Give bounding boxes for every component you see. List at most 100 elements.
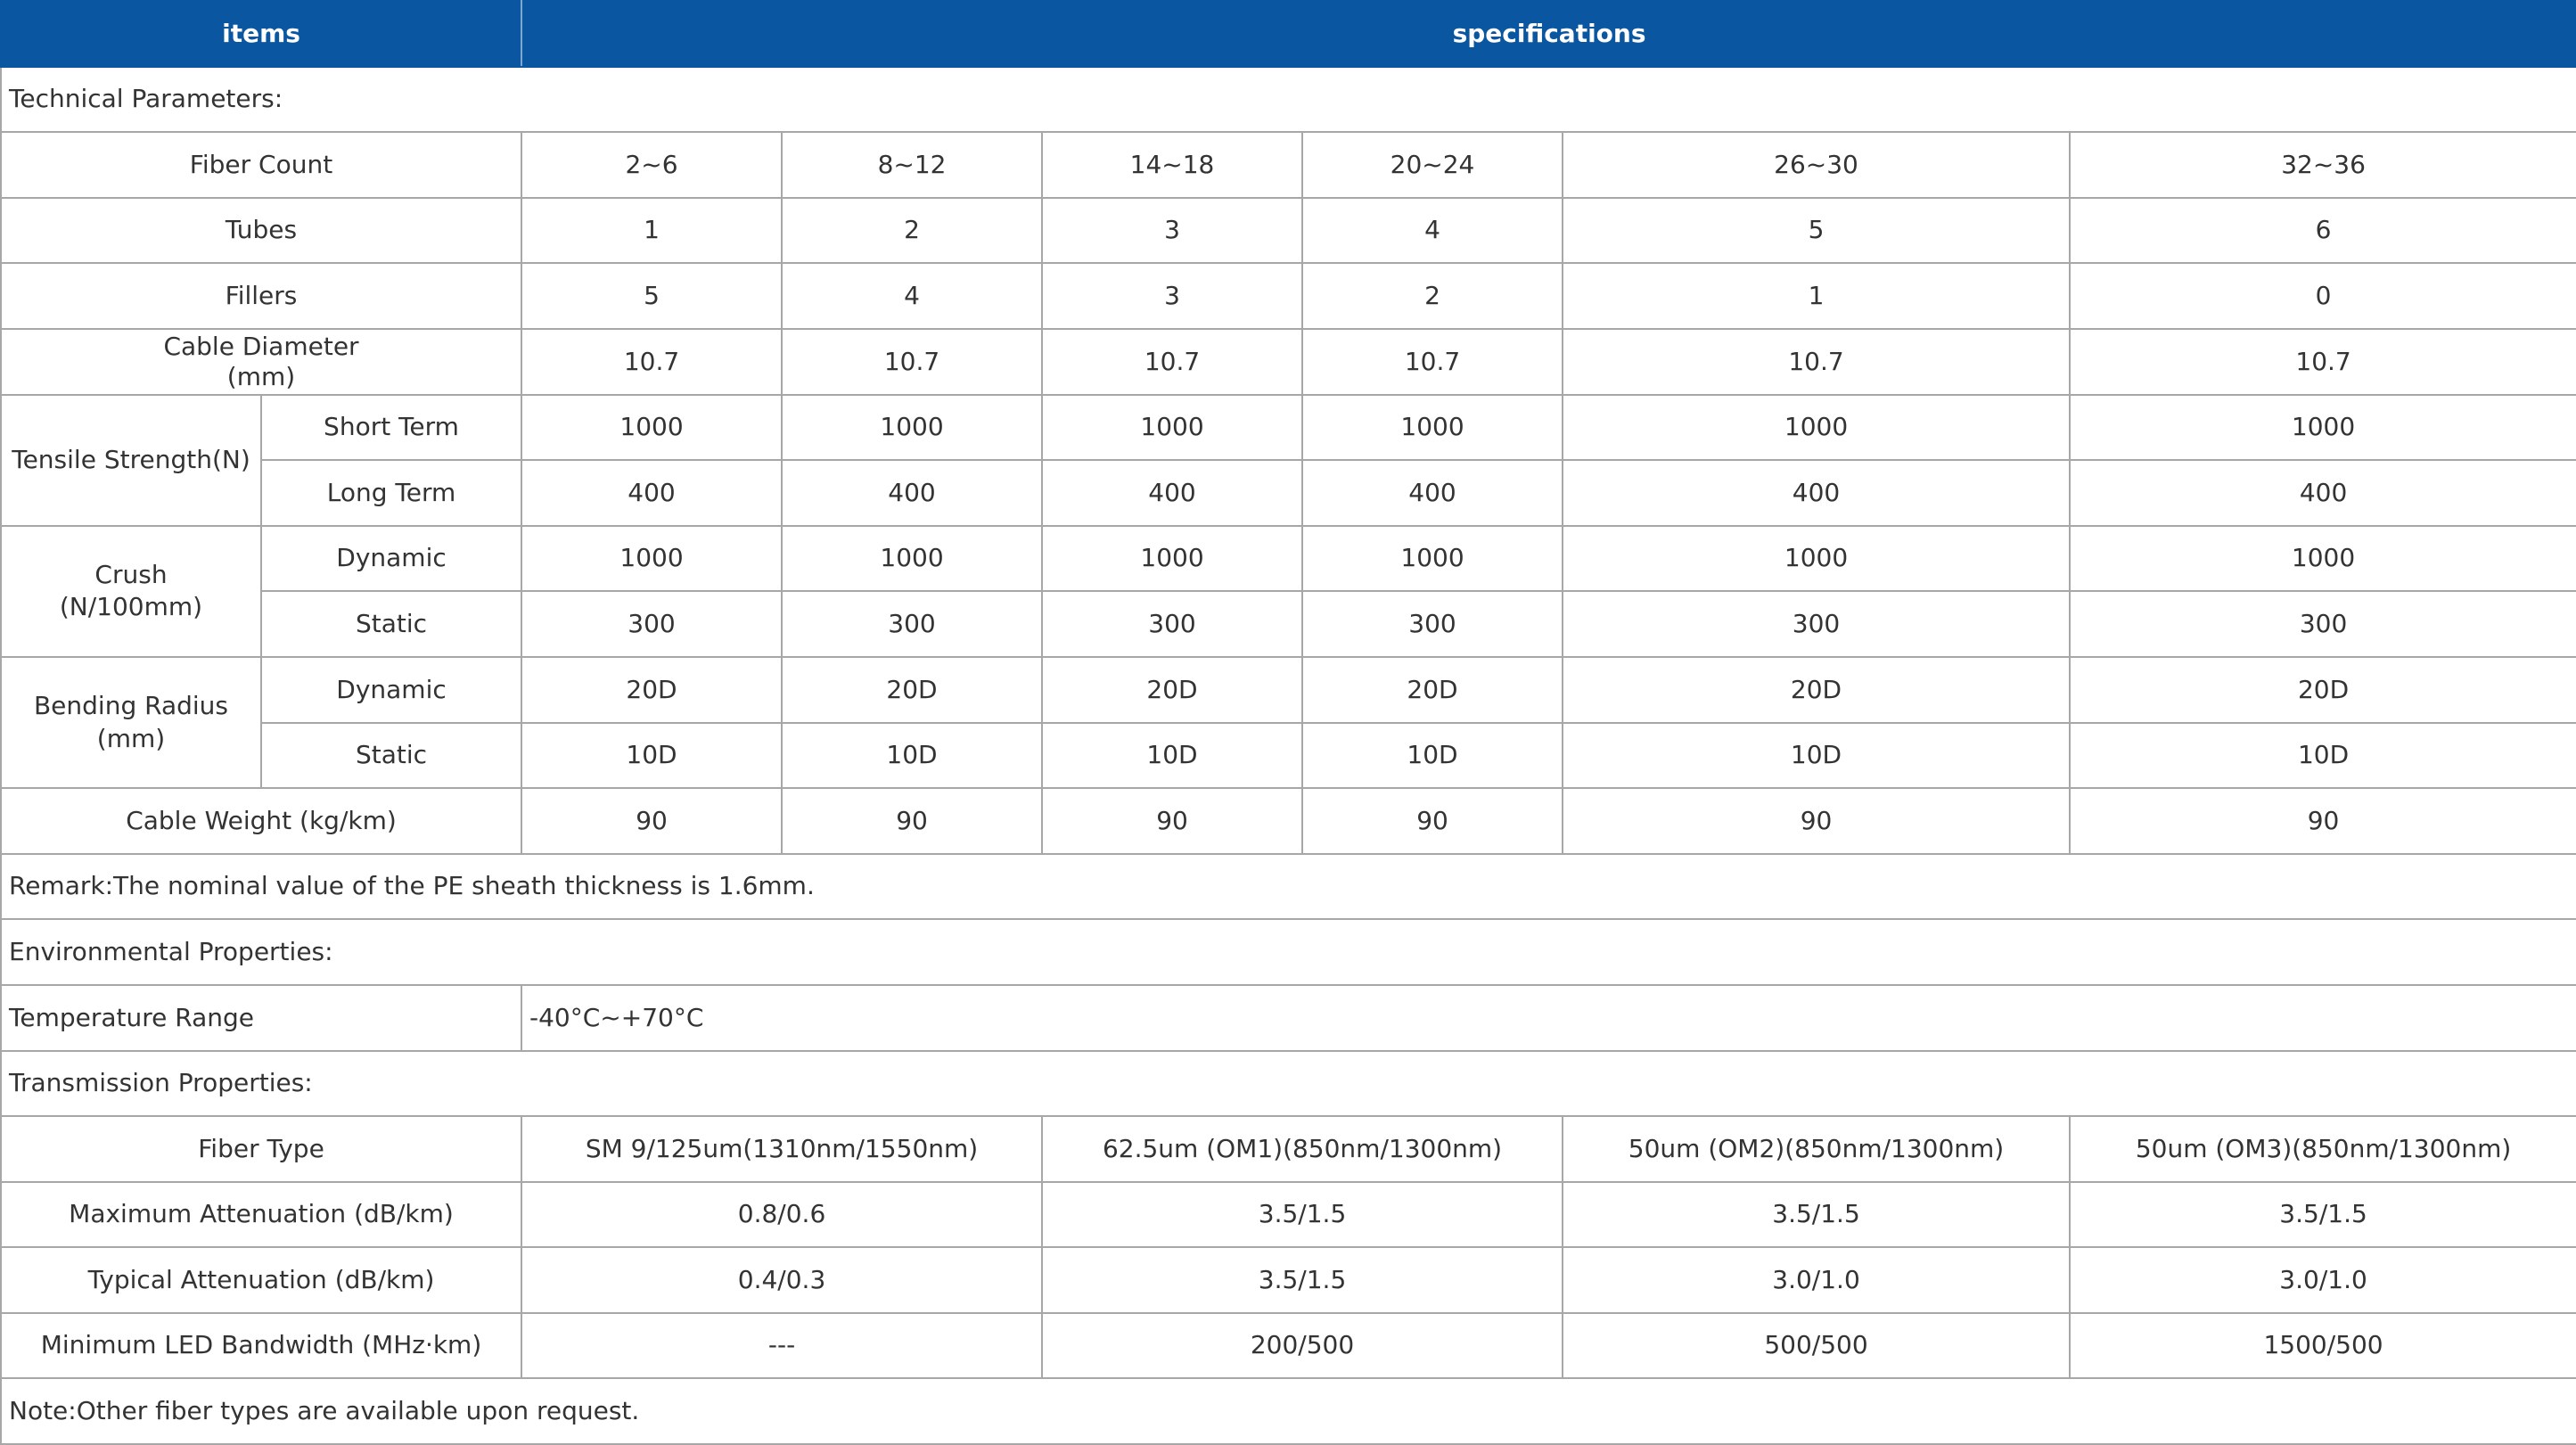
led-bandwidth-cell: 1500/500 — [2069, 1311, 2576, 1380]
tensile-long-cell: 400 — [1562, 459, 2071, 527]
cable-weight-cell: 90 — [521, 787, 783, 855]
crush-static-cell: 300 — [1562, 590, 2071, 658]
led-bandwidth-cell: 500/500 — [1562, 1311, 2071, 1380]
table-row: Static 300 300 300 300 300 300 — [1, 590, 2576, 658]
fiber-count-cell: 32~36 — [2069, 131, 2576, 199]
crush-dynamic-cell: 1000 — [1041, 524, 1304, 593]
cable-weight-cell: 90 — [781, 787, 1044, 855]
section-row: Environmental Properties: — [0, 918, 2576, 986]
table-row: Cable Diameter (mm) 10.7 10.7 10.7 10.7 … — [0, 327, 2576, 396]
led-bandwidth-cell: 200/500 — [1041, 1311, 1564, 1380]
crush-label-line2: (N/100mm) — [59, 592, 203, 622]
tubes-cell: 2 — [781, 196, 1044, 265]
table-row: Fiber Count 2~6 8~12 14~18 20~24 26~30 3… — [0, 131, 2576, 199]
bending-static-cell: 10D — [1041, 721, 1304, 790]
table-row: Fiber Type SM 9/125um(1310nm/1550nm) 62.… — [0, 1115, 2576, 1183]
bending-static-cell: 10D — [521, 721, 783, 790]
typical-attenuation-label: Typical Attenuation (dB/km) — [0, 1246, 523, 1314]
temperature-range-value: -40°C~+70°C — [521, 983, 2576, 1052]
bending-static-cell: 10D — [1562, 721, 2071, 790]
table-row: Long Term 400 400 400 400 400 400 — [1, 459, 2576, 527]
tensile-long-cell: 400 — [781, 459, 1044, 527]
cable-diameter-label-line2: (mm) — [226, 361, 296, 391]
tubes-label: Tubes — [0, 196, 523, 265]
tensile-short-cell: 1000 — [1041, 393, 1304, 462]
cable-weight-cell: 90 — [1041, 787, 1304, 855]
fiber-count-cell: 8~12 — [781, 131, 1044, 199]
cable-weight-cell: 90 — [2069, 787, 2576, 855]
table-row: Fillers 5 4 3 2 1 0 — [0, 262, 2576, 330]
tubes-cell: 1 — [521, 196, 783, 265]
bending-dynamic-cell: 20D — [781, 655, 1044, 724]
fiber-type-cell: 62.5um (OM1)(850nm/1300nm) — [1041, 1115, 1564, 1183]
table-row: Bending Radius (mm) Dynamic 20D 20D 20D … — [0, 655, 2576, 790]
table-row: Cable Weight (kg/km) 90 90 90 90 90 90 — [0, 787, 2576, 855]
crush-dynamic-cell: 1000 — [1562, 524, 2071, 593]
crush-static-cell: 300 — [1301, 590, 1564, 658]
tensile-strength-label: Tensile Strength(N) — [0, 393, 262, 527]
typical-attenuation-cell: 3.0/1.0 — [1562, 1246, 2071, 1314]
cable-diameter-cell: 10.7 — [1301, 327, 1564, 396]
crush-static-cell: 300 — [2069, 590, 2576, 658]
max-attenuation-cell: 3.5/1.5 — [1562, 1180, 2071, 1249]
cable-diameter-cell: 10.7 — [781, 327, 1044, 396]
fiber-type-cell: 50um (OM2)(850nm/1300nm) — [1562, 1115, 2071, 1183]
remark-text: Remark:The nominal value of the PE sheat… — [0, 852, 2576, 921]
table-row: Crush (N/100mm) Dynamic 1000 1000 1000 1… — [0, 524, 2576, 658]
table-row: Tensile Strength(N) Short Term 1000 1000… — [0, 393, 2576, 527]
tensile-long-term-label: Long Term — [259, 459, 523, 527]
cable-diameter-cell: 10.7 — [1562, 327, 2071, 396]
fillers-cell: 4 — [781, 262, 1044, 330]
cable-diameter-cell: 10.7 — [1041, 327, 1304, 396]
bending-static-label: Static — [259, 721, 523, 790]
crush-static-cell: 300 — [521, 590, 783, 658]
transmission-properties-heading: Transmission Properties: — [0, 1049, 2576, 1118]
bending-dynamic-cell: 20D — [521, 655, 783, 724]
bending-radius-label-line1: Bending Radius — [33, 691, 229, 721]
fiber-count-cell: 2~6 — [521, 131, 783, 199]
crush-dynamic-cell: 1000 — [2069, 524, 2576, 593]
fillers-label: Fillers — [0, 262, 523, 330]
bending-dynamic-cell: 20D — [1301, 655, 1564, 724]
cable-weight-cell: 90 — [1301, 787, 1564, 855]
crush-label: Crush (N/100mm) — [0, 524, 262, 658]
table-row: Tubes 1 2 3 4 5 6 — [0, 196, 2576, 265]
bending-static-cell: 10D — [2069, 721, 2576, 790]
max-attenuation-cell: 0.8/0.6 — [521, 1180, 1044, 1249]
crush-dynamic-cell: 1000 — [521, 524, 783, 593]
fiber-count-cell: 14~18 — [1041, 131, 1304, 199]
fillers-cell: 0 — [2069, 262, 2576, 330]
cable-diameter-label-line1: Cable Diameter — [163, 332, 359, 362]
tubes-cell: 5 — [1562, 196, 2071, 265]
header-row: items specifications — [0, 0, 2576, 68]
table-row: Typical Attenuation (dB/km) 0.4/0.3 3.5/… — [0, 1246, 2576, 1314]
tubes-cell: 4 — [1301, 196, 1564, 265]
fillers-cell: 5 — [521, 262, 783, 330]
section-row: Technical Parameters: — [0, 65, 2576, 134]
crush-label-line1: Crush — [94, 559, 168, 589]
crush-static-label: Static — [259, 590, 523, 658]
tubes-cell: 6 — [2069, 196, 2576, 265]
cable-weight-label: Cable Weight (kg/km) — [0, 787, 523, 855]
bending-dynamic-cell: 20D — [1041, 655, 1304, 724]
section-row: Transmission Properties: — [0, 1049, 2576, 1118]
fiber-count-label: Fiber Count — [0, 131, 523, 199]
cable-weight-cell: 90 — [1562, 787, 2071, 855]
crush-dynamic-label: Dynamic — [259, 524, 523, 593]
crush-static-cell: 300 — [1041, 590, 1304, 658]
bending-static-cell: 10D — [781, 721, 1044, 790]
tensile-long-cell: 400 — [1041, 459, 1304, 527]
typical-attenuation-cell: 3.5/1.5 — [1041, 1246, 1564, 1314]
tensile-long-cell: 400 — [1301, 459, 1564, 527]
cable-diameter-label: Cable Diameter (mm) — [0, 327, 523, 396]
tensile-long-cell: 400 — [521, 459, 783, 527]
fiber-type-label: Fiber Type — [0, 1115, 523, 1183]
crush-dynamic-cell: 1000 — [1301, 524, 1564, 593]
tensile-short-cell: 1000 — [781, 393, 1044, 462]
specifications-table: items specifications Technical Parameter… — [0, 0, 2576, 1445]
section-row: Note:Other fiber types are available upo… — [0, 1377, 2576, 1445]
table-row: Minimum LED Bandwidth (MHz·km) --- 200/5… — [0, 1311, 2576, 1380]
tensile-short-cell: 1000 — [521, 393, 783, 462]
table-row: Temperature Range -40°C~+70°C — [0, 983, 2576, 1052]
typical-attenuation-cell: 3.0/1.0 — [2069, 1246, 2576, 1314]
